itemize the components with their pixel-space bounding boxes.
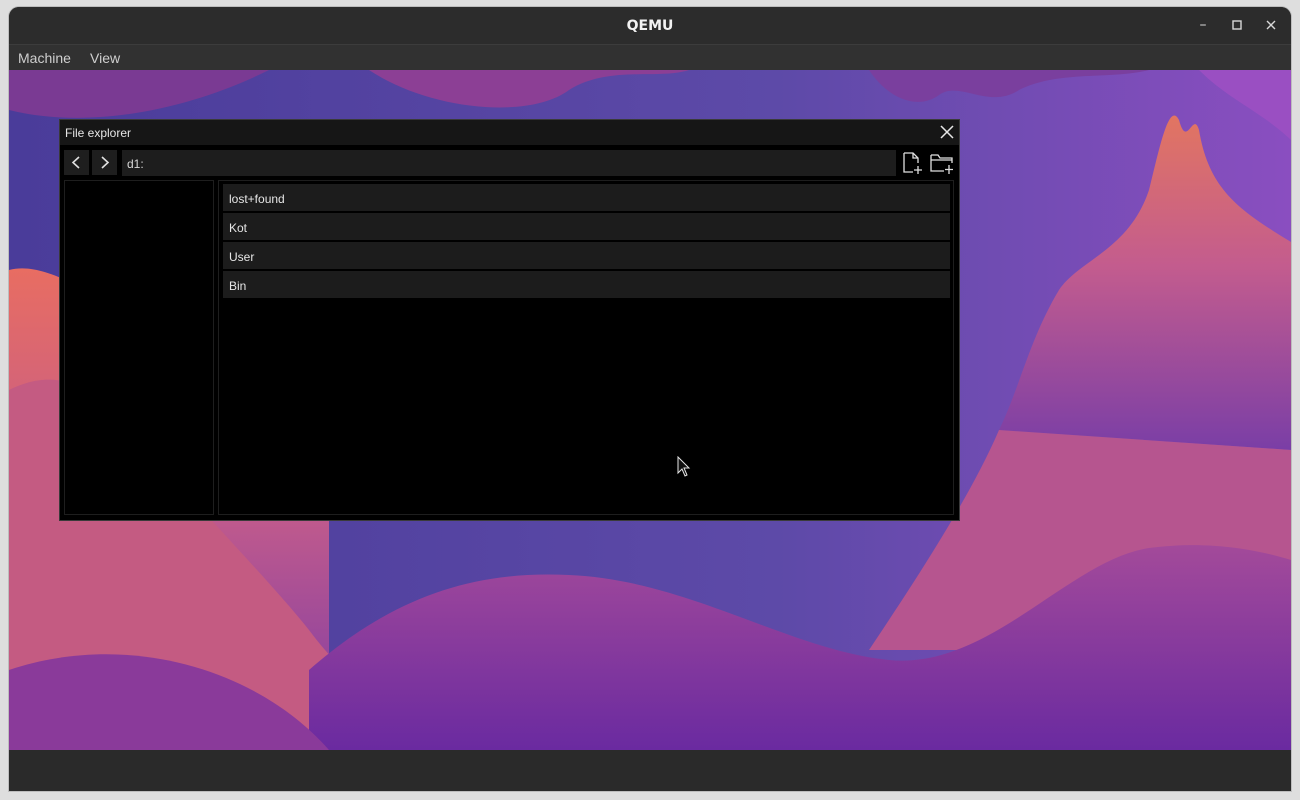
file-explorer-window: File explorer d1: lost+found Kot User Bi… [60, 120, 959, 520]
chevron-left-icon [71, 156, 80, 169]
close-icon[interactable] [938, 123, 956, 141]
new-folder-icon [930, 154, 953, 174]
close-icon[interactable] [1259, 13, 1283, 37]
maximize-icon[interactable] [1225, 13, 1249, 37]
explorer-toolbar: d1: [60, 147, 959, 177]
status-bar [9, 750, 1291, 791]
explorer-title-bar[interactable]: File explorer [60, 120, 959, 145]
new-file-button[interactable] [899, 150, 925, 176]
chevron-right-icon [101, 156, 110, 169]
list-item[interactable]: Bin [223, 271, 950, 298]
mouse-cursor-icon [677, 456, 691, 477]
list-item[interactable]: Kot [223, 213, 950, 240]
list-item[interactable]: lost+found [223, 184, 950, 211]
back-button[interactable] [64, 150, 89, 175]
path-input[interactable]: d1: [122, 150, 896, 176]
explorer-sidebar[interactable] [64, 180, 214, 515]
menu-machine[interactable]: Machine [18, 45, 71, 71]
explorer-title: File explorer [65, 126, 132, 140]
list-item[interactable]: User [223, 242, 950, 269]
file-list[interactable]: lost+found Kot User Bin [218, 180, 954, 515]
window-title: QEMU [626, 18, 674, 34]
new-file-icon [903, 152, 922, 174]
forward-button[interactable] [92, 150, 117, 175]
new-folder-button[interactable] [929, 150, 955, 176]
guest-screen[interactable]: File explorer d1: lost+found Kot User Bi… [9, 70, 1291, 750]
menu-view[interactable]: View [90, 45, 120, 71]
minimize-icon[interactable]: – [1191, 13, 1215, 37]
title-bar[interactable]: QEMU – [9, 7, 1291, 44]
menu-bar: Machine View [9, 44, 1291, 71]
qemu-window: QEMU – Machine View File explorer d1: lo… [9, 7, 1291, 791]
